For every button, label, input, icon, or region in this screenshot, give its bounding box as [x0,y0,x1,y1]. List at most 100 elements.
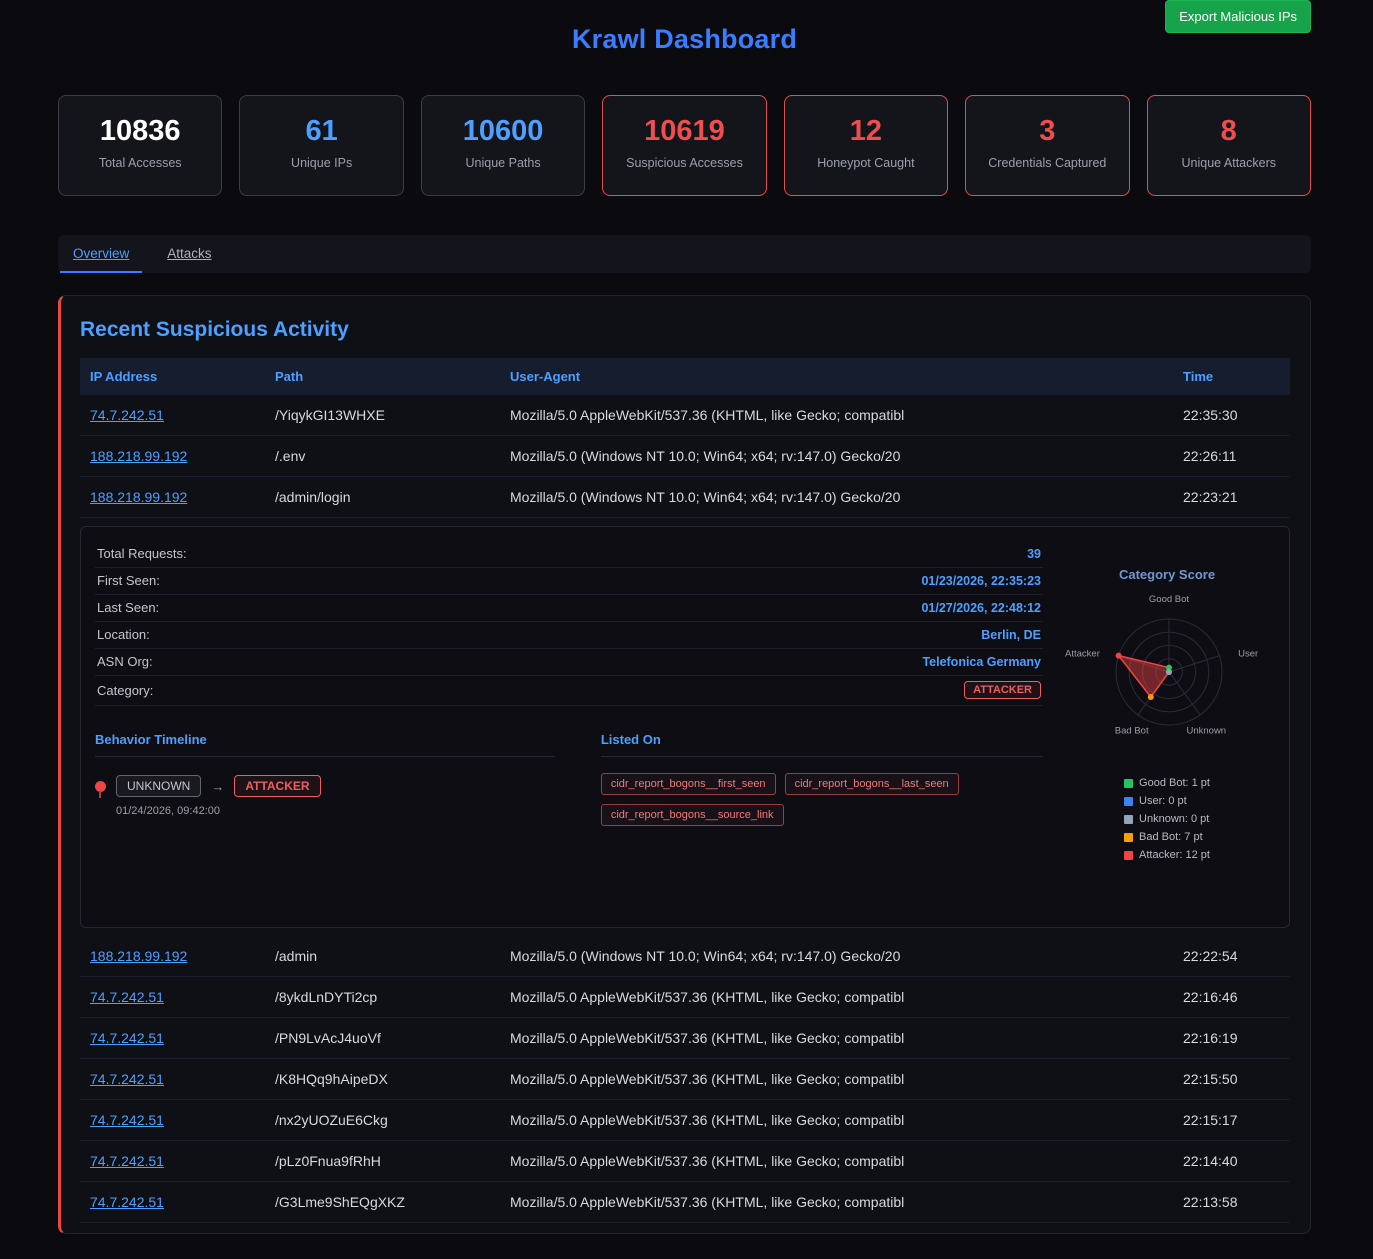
time-cell: 22:26:11 [1183,436,1290,476]
stat-value: 12 [791,116,941,148]
stat-value: 10836 [65,116,215,148]
table-row[interactable]: 188.218.99.192/.envMozilla/5.0 (Windows … [80,436,1290,477]
table-row[interactable]: 74.7.242.51/YiqykGI13WHXEMozilla/5.0 App… [80,395,1290,436]
timeline-timestamp: 01/24/2026, 09:42:00 [116,805,555,817]
ip-address-link[interactable]: 188.218.99.192 [90,489,187,505]
ip-detail-fields-section: Total Requests:39First Seen:01/23/2026, … [95,541,1043,913]
user-agent-cell: Mozilla/5.0 AppleWebKit/537.36 (KHTML, l… [500,1141,1183,1181]
legend-item-good-bot: Good Bot: 1 pt [1124,777,1210,789]
legend-swatch [1124,815,1133,824]
stat-label: Suspicious Accesses [609,156,759,170]
timeline-entry: UNKNOWN → ATTACKER [95,775,555,797]
time-cell: 22:15:17 [1183,1100,1290,1140]
listed-on-section: Listed On cidr_report_bogons__first_seen… [601,732,1043,826]
path-cell: /G3Lme9ShEQgXKZ [265,1182,500,1222]
ip-address-link[interactable]: 74.7.242.51 [90,1112,164,1128]
blocklist-badge[interactable]: cidr_report_bogons__first_seen [601,773,776,795]
legend-swatch [1124,851,1133,860]
time-cell: 22:14:40 [1183,1141,1290,1181]
ip-address-link[interactable]: 74.7.242.51 [90,1194,164,1210]
user-agent-cell: Mozilla/5.0 AppleWebKit/537.36 (KHTML, l… [500,1100,1183,1140]
ip-address-link[interactable]: 74.7.242.51 [90,1030,164,1046]
field-value: 01/27/2026, 22:48:12 [921,601,1041,615]
table-row[interactable]: 74.7.242.51/PN9LvAcJ4uoVfMozilla/5.0 App… [80,1018,1290,1059]
ip-cell: 74.7.242.51 [80,1018,265,1058]
timeline-from-badge: UNKNOWN [116,775,201,797]
timeline-to-badge: ATTACKER [234,775,320,797]
stat-label: Credentials Captured [972,156,1122,170]
detail-field-first-seen-: First Seen:01/23/2026, 22:35:23 [95,568,1043,595]
detail-field-location-: Location: Berlin, DE [95,622,1043,649]
ip-address-link[interactable]: 188.218.99.192 [90,448,187,464]
user-agent-cell: Mozilla/5.0 AppleWebKit/537.36 (KHTML, l… [500,1059,1183,1099]
panel-title: Recent Suspicious Activity [80,318,1290,342]
detail-field-last-seen-: Last Seen: 01/27/2026, 22:48:12 [95,595,1043,622]
suspicious-activity-table: IP AddressPathUser-AgentTime 74.7.242.51… [80,358,1290,1223]
legend-item-bad-bot: Bad Bot: 7 pt [1124,831,1210,843]
path-cell: /8ykdLnDYTi2cp [265,977,500,1017]
export-malicious-ips-button[interactable]: Export Malicious IPs [1165,0,1311,33]
legend-item-user: User: 0 pt [1124,795,1210,807]
time-cell: 22:15:50 [1183,1059,1290,1099]
stat-value: 8 [1154,116,1304,148]
header: Krawl Dashboard Export Malicious IPs [58,0,1311,55]
page-title: Krawl Dashboard [58,24,1311,55]
tab-overview[interactable]: Overview [60,235,142,273]
behavior-timeline-title: Behavior Timeline [95,732,555,757]
legend-item-attacker: Attacker: 12 pt [1124,849,1210,861]
table-row[interactable]: 74.7.242.51/K8HQq9hAipeDXMozilla/5.0 App… [80,1059,1290,1100]
path-cell: /admin/login [265,477,500,517]
ip-cell: 188.218.99.192 [80,477,265,517]
ip-cell: 74.7.242.51 [80,1100,265,1140]
path-cell: /nx2yUOZuE6Ckg [265,1100,500,1140]
table-row[interactable]: 74.7.242.51/G3Lme9ShEQgXKZMozilla/5.0 Ap… [80,1182,1290,1223]
table-rows-after-detail: 188.218.99.192/adminMozilla/5.0 (Windows… [80,936,1290,1223]
field-label: Location: [97,627,150,642]
field-label: Total Requests: [97,546,187,561]
radar-axis-label-attacker: Attacker [1065,649,1100,660]
ip-address-link[interactable]: 74.7.242.51 [90,1153,164,1169]
field-value: 01/23/2026, 22:35:23 [921,574,1041,588]
path-cell: /admin [265,936,500,976]
field-label: Last Seen: [97,600,159,615]
radar-axis-label-good-bot: Good Bot [1149,594,1189,605]
table-row[interactable]: 74.7.242.51/8ykdLnDYTi2cpMozilla/5.0 App… [80,977,1290,1018]
stat-card-total-accesses: 10836 Total Accesses [58,95,222,196]
column-header-path: Path [265,358,500,395]
stat-label: Unique Paths [428,156,578,170]
table-row[interactable]: 74.7.242.51/nx2yUOZuE6CkgMozilla/5.0 App… [80,1100,1290,1141]
radar-axis-label-user: User [1238,649,1258,660]
ip-address-link[interactable]: 188.218.99.192 [90,948,187,964]
legend-label: Good Bot: 1 pt [1139,777,1210,789]
table-row[interactable]: 188.218.99.192/adminMozilla/5.0 (Windows… [80,936,1290,977]
user-agent-cell: Mozilla/5.0 AppleWebKit/537.36 (KHTML, l… [500,1182,1183,1222]
detail-field-category-: Category:ATTACKER [95,676,1043,706]
user-agent-cell: Mozilla/5.0 AppleWebKit/537.36 (KHTML, l… [500,977,1183,1017]
ip-address-link[interactable]: 74.7.242.51 [90,989,164,1005]
user-agent-cell: Mozilla/5.0 (Windows NT 10.0; Win64; x64… [500,936,1183,976]
stat-card-unique-ips: 61Unique IPs [239,95,403,196]
blocklist-badge[interactable]: cidr_report_bogons__source_link [601,804,784,826]
detail-lower-columns: Behavior Timeline UNKNOWN → ATTACKER 01/… [95,732,1043,826]
stats-row: 10836Total Accesses61Unique IPs10600Uniq… [58,95,1311,196]
table-row[interactable]: 74.7.242.51/pLz0Fnua9fRhHMozilla/5.0 App… [80,1141,1290,1182]
path-cell: /YiqykGI13WHXE [265,395,500,435]
legend-label: Bad Bot: 7 pt [1139,831,1203,843]
time-cell: 22:35:30 [1183,395,1290,435]
tab-attacks[interactable]: Attacks [154,235,224,273]
user-agent-cell: Mozilla/5.0 AppleWebKit/537.36 (KHTML, l… [500,395,1183,435]
stat-value: 10619 [609,116,759,148]
legend-label: User: 0 pt [1139,795,1187,807]
path-cell: /K8HQq9hAipeDX [265,1059,500,1099]
stat-card-suspicious-accesses: 10619 Suspicious Accesses [602,95,766,196]
blocklist-badge[interactable]: cidr_report_bogons__last_seen [785,773,959,795]
table-row[interactable]: 188.218.99.192/admin/loginMozilla/5.0 (W… [80,477,1290,518]
ip-address-link[interactable]: 74.7.242.51 [90,1071,164,1087]
stat-label: Total Accesses [65,156,215,170]
field-value: Berlin, DE [981,628,1041,642]
recent-suspicious-activity-panel: Recent Suspicious Activity IP AddressPat… [58,295,1311,1234]
time-cell: 22:23:21 [1183,477,1290,517]
radar-legend: Good Bot: 1 ptUser: 0 ptUnknown: 0 ptBad… [1124,777,1210,867]
ip-address-link[interactable]: 74.7.242.51 [90,407,164,423]
field-value: Telefonica Germany [922,655,1041,669]
